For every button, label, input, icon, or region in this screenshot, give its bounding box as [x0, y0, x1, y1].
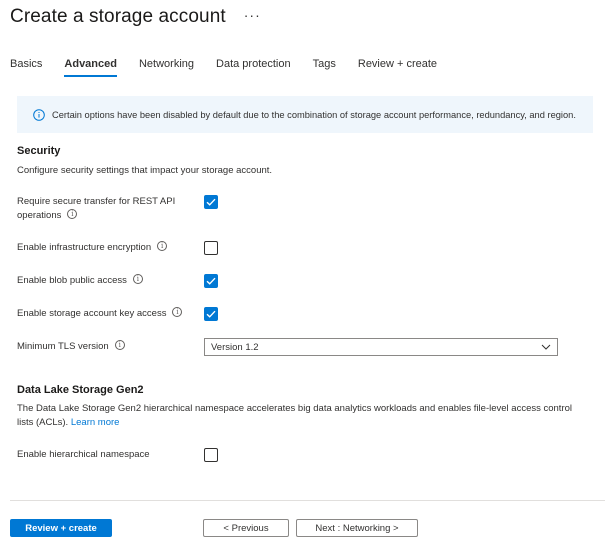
security-section-title: Security — [17, 145, 61, 157]
info-banner-text: Certain options have been disabled by de… — [52, 109, 576, 120]
info-tooltip-icon[interactable]: i — [172, 307, 183, 318]
secure-transfer-label-line1: Require secure transfer for REST API — [17, 196, 176, 207]
review-create-button[interactable]: Review + create — [10, 519, 112, 537]
key-access-label-text: Enable storage account key access — [17, 308, 167, 319]
blob-public-access-checkbox[interactable] — [204, 274, 218, 288]
tab-basics[interactable]: Basics — [10, 58, 42, 76]
secure-transfer-label-line2: operations — [17, 210, 62, 221]
checkmark-icon — [206, 277, 216, 285]
infra-encryption-label: Enable infrastructure encryption i — [17, 241, 168, 255]
hns-label: Enable hierarchical namespace — [17, 449, 150, 460]
page-title: Create a storage account — [10, 6, 226, 27]
tls-version-label-text: Minimum TLS version — [17, 341, 109, 352]
tls-version-value: Version 1.2 — [211, 341, 259, 353]
infra-encryption-label-text: Enable infrastructure encryption — [17, 242, 152, 253]
tab-bar: Basics Advanced Networking Data protecti… — [10, 58, 459, 77]
chevron-down-icon — [541, 344, 551, 350]
key-access-checkbox[interactable] — [204, 307, 218, 321]
tab-data-protection[interactable]: Data protection — [216, 58, 291, 76]
key-access-label: Enable storage account key access i — [17, 307, 183, 321]
tab-review-create[interactable]: Review + create — [358, 58, 437, 76]
footer-divider — [10, 500, 605, 501]
more-options-button[interactable]: ··· — [244, 8, 261, 22]
info-banner: Certain options have been disabled by de… — [17, 96, 593, 133]
info-tooltip-icon[interactable]: i — [132, 274, 143, 285]
blob-public-access-label-text: Enable blob public access — [17, 275, 127, 286]
tls-version-label: Minimum TLS version i — [17, 340, 125, 354]
previous-button[interactable]: < Previous — [203, 519, 289, 537]
checkmark-icon — [206, 198, 216, 206]
secure-transfer-checkbox[interactable] — [204, 195, 218, 209]
infra-encryption-checkbox[interactable] — [204, 241, 218, 255]
secure-transfer-label: Require secure transfer for REST API ope… — [17, 195, 175, 223]
blob-public-access-label: Enable blob public access i — [17, 274, 143, 288]
tab-networking[interactable]: Networking — [139, 58, 194, 76]
info-tooltip-icon[interactable]: i — [114, 340, 125, 351]
security-section-description: Configure security settings that impact … — [17, 165, 273, 176]
datalake-section-title: Data Lake Storage Gen2 — [17, 384, 144, 396]
next-networking-button[interactable]: Next : Networking > — [296, 519, 418, 537]
title-row: Create a storage account ··· — [10, 6, 261, 28]
tls-version-dropdown[interactable]: Version 1.2 — [204, 338, 558, 356]
checkmark-icon — [206, 310, 216, 318]
hns-checkbox[interactable] — [204, 448, 218, 462]
info-tooltip-icon[interactable]: i — [157, 241, 168, 252]
learn-more-link[interactable]: Learn more — [71, 417, 120, 428]
datalake-section-description: The Data Lake Storage Gen2 hierarchical … — [17, 402, 577, 430]
info-icon — [33, 108, 45, 121]
tab-tags[interactable]: Tags — [313, 58, 336, 76]
tab-advanced[interactable]: Advanced — [64, 58, 117, 77]
info-tooltip-icon[interactable]: i — [67, 209, 78, 220]
